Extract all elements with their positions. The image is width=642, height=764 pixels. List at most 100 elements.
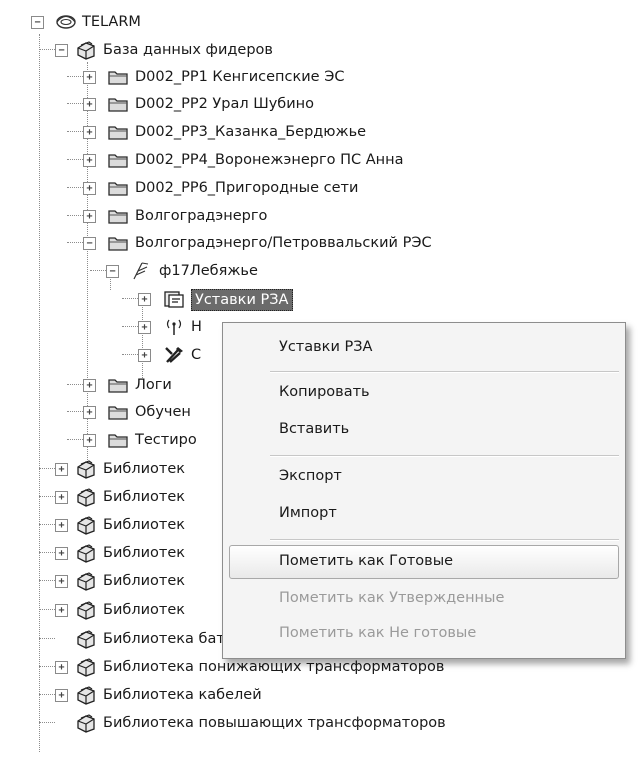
tree-node-label: Библиотек [103, 489, 186, 505]
database-icon [75, 600, 97, 620]
folder-icon [107, 178, 129, 198]
database-icon [75, 40, 97, 60]
tree-guide-line [39, 666, 55, 667]
tree-node[interactable]: + Волгоградэнерго [0, 202, 600, 230]
tree-node-label: Библиотек [103, 517, 186, 533]
expand-toggle[interactable]: + [55, 604, 68, 617]
tree-node[interactable]: + D002_PP1 Кенгисепские ЭС [0, 63, 600, 91]
menu-header: Уставки РЗА [279, 339, 373, 355]
database-icon [75, 713, 97, 733]
expand-toggle[interactable]: + [55, 547, 68, 560]
tree-guide-line [39, 694, 55, 695]
database-icon [75, 657, 97, 677]
expand-toggle[interactable]: + [55, 661, 68, 674]
expand-toggle[interactable]: + [83, 126, 96, 139]
expand-toggle[interactable]: + [138, 293, 151, 306]
collapse-toggle[interactable]: − [31, 16, 44, 29]
folder-icon [107, 122, 129, 142]
expand-toggle[interactable]: + [138, 349, 151, 362]
tree-node-label: Волгоградэнерго/Петроввальский РЭС [135, 235, 432, 251]
tree-node-label: D002_PP4_Воронежэнерго ПС Анна [135, 152, 404, 168]
tree-node[interactable]: Библиотека повышающих трансформаторов [0, 709, 600, 737]
tree-node-label: Библиотек [103, 545, 186, 561]
expand-toggle[interactable]: + [83, 434, 96, 447]
folder-icon [107, 67, 129, 87]
tree-guide-line [39, 580, 55, 581]
tree-guide-line [67, 242, 83, 243]
collapse-toggle[interactable]: − [55, 44, 68, 57]
tree-node-label: TELARM [82, 14, 141, 30]
expand-toggle[interactable]: + [55, 689, 68, 702]
tree-node-label: Библиотек [103, 573, 186, 589]
antenna-icon [163, 317, 185, 337]
folder-icon [107, 94, 129, 114]
menu-item-copy[interactable]: Копировать [279, 384, 370, 400]
tree-guide-line [67, 439, 83, 440]
tree-node[interactable]: + D002_PP3_Казанка_Бердюжье [0, 118, 600, 146]
menu-item-import[interactable]: Импорт [279, 505, 337, 521]
tree-node[interactable]: + Библиотека кабелей [0, 681, 600, 709]
tree-node-label: Уставки РЗА [191, 289, 294, 311]
database-icon [75, 515, 97, 535]
tree-node[interactable]: + D002_PP4_Воронежэнерго ПС Анна [0, 146, 600, 174]
tree-guide-line [122, 298, 138, 299]
tree-node-label: Н [191, 319, 202, 335]
tree-guide-line [39, 468, 55, 469]
folder-icon [107, 402, 129, 422]
tree-node[interactable]: − ф17Лебяжье [0, 257, 600, 285]
expand-toggle[interactable]: + [83, 71, 96, 84]
tree-node-label: Логи [135, 377, 172, 393]
tree-node[interactable]: + Уставки РЗА [0, 285, 600, 313]
expand-toggle[interactable]: + [83, 210, 96, 223]
tree-node-label: С [191, 347, 202, 363]
tree-guide-line [39, 638, 55, 639]
tree-guide-line [67, 103, 83, 104]
tree-node[interactable]: + D002_PP2 Урал Шубино [0, 90, 600, 118]
tree-guide-line [67, 76, 83, 77]
expand-toggle[interactable]: + [83, 154, 96, 167]
menu-item-mark-approved: Пометить как Утвержденные [279, 590, 505, 606]
tree-node[interactable]: − База данных фидеров [0, 36, 600, 64]
collapse-toggle[interactable]: − [106, 265, 119, 278]
menu-item-paste[interactable]: Вставить [279, 421, 349, 437]
tree-node-label: База данных фидеров [103, 42, 273, 58]
tree-guide-line [39, 552, 55, 553]
menu-item-export[interactable]: Экспорт [279, 468, 342, 484]
tree-guide-line [39, 524, 55, 525]
expand-toggle[interactable]: + [55, 519, 68, 532]
tree-node-label: Библиотека понижающих трансформаторов [103, 659, 445, 675]
menu-item-mark-not-ready: Пометить как Не готовые [279, 625, 477, 641]
folder-icon [107, 375, 129, 395]
expand-toggle[interactable]: + [83, 98, 96, 111]
tree-guide-line [122, 354, 138, 355]
expand-toggle[interactable]: + [55, 491, 68, 504]
expand-toggle[interactable]: + [55, 463, 68, 476]
tree-node[interactable]: + D002_PP6_Пригородные сети [0, 174, 600, 202]
context-menu: Уставки РЗА Копировать Вставить Экспорт … [222, 322, 626, 659]
database-icon [75, 487, 97, 507]
tree-node-label: Волгоградэнерго [135, 208, 268, 224]
expand-toggle[interactable]: + [83, 406, 96, 419]
menu-item-mark-ready[interactable]: Пометить как Готовые [279, 553, 453, 569]
database-icon [75, 685, 97, 705]
tree-node-label: Библиотека кабелей [103, 687, 262, 703]
tree-node-root[interactable]: − TELARM [0, 8, 300, 36]
tree-node-label: D002_PP6_Пригородные сети [135, 180, 359, 196]
expand-toggle[interactable]: + [138, 321, 151, 334]
telarm-logo-icon [55, 12, 77, 32]
database-icon [75, 459, 97, 479]
expand-toggle[interactable]: + [83, 379, 96, 392]
menu-separator [270, 371, 619, 373]
tree-node-label: D002_PP2 Урал Шубино [135, 96, 315, 112]
folder-icon [107, 430, 129, 450]
tree-node-label: D002_PP3_Казанка_Бердюжье [135, 124, 367, 140]
expand-toggle[interactable]: + [83, 182, 96, 195]
tree-guide-line [122, 326, 138, 327]
tree-guide-line [39, 49, 55, 50]
tree-node[interactable]: − Волгоградэнерго/Петроввальский РЭС [0, 229, 600, 257]
tree-node-label: Обучен [135, 404, 191, 420]
expand-toggle[interactable]: + [55, 575, 68, 588]
tree-node-label: Библиотек [103, 461, 186, 477]
collapse-toggle[interactable]: − [83, 237, 96, 250]
tree-guide-line [67, 411, 83, 412]
